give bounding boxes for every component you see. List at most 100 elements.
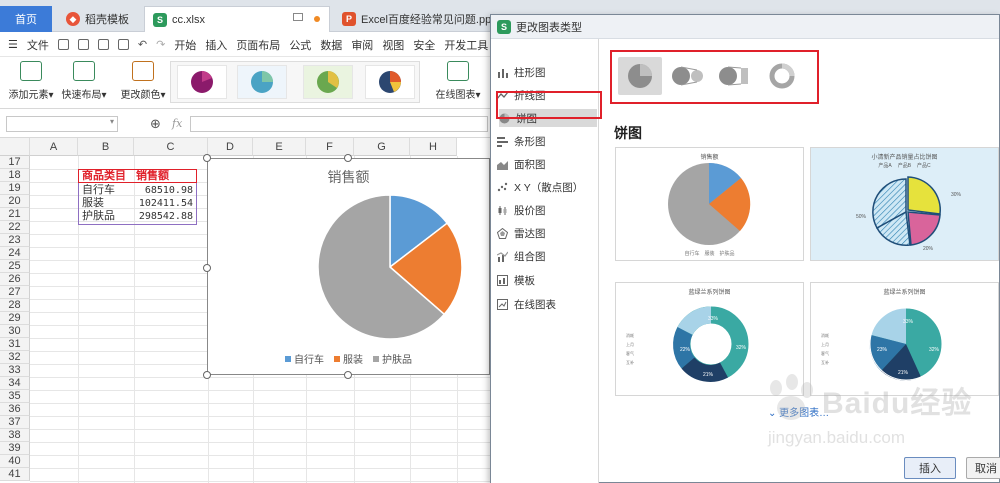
menu-security[interactable]: 安全 (413, 37, 435, 53)
row-header[interactable]: 40 (0, 455, 30, 468)
fx-icon[interactable]: fx (172, 117, 182, 130)
menu-page-layout[interactable]: 页面布局 (236, 37, 280, 53)
chart-type-stock-chart[interactable]: 股价图 (497, 201, 597, 219)
cancel-button[interactable]: 取消 (966, 457, 1000, 479)
change-color-button[interactable]: 更改颜色▾ (119, 61, 167, 101)
chart-style-1[interactable] (177, 65, 227, 99)
row-header[interactable]: 24 (0, 247, 30, 260)
menu-start[interactable]: 开始 (174, 37, 196, 53)
column-header[interactable]: B (78, 138, 134, 156)
menu-file[interactable]: 文件 (27, 37, 49, 53)
menu-view[interactable]: 视图 (382, 37, 404, 53)
subtype-doughnut[interactable] (760, 57, 804, 95)
row-header[interactable]: 27 (0, 286, 30, 299)
chart-type-online-chart[interactable]: 在线图表 (497, 295, 597, 313)
table-header-category[interactable]: 商品类目 (80, 170, 132, 183)
row-header[interactable]: 36 (0, 403, 30, 416)
resize-handle[interactable] (203, 154, 211, 162)
row-header[interactable]: 39 (0, 442, 30, 455)
resize-handle[interactable] (344, 154, 352, 162)
zoom-icon[interactable]: ⊕ (150, 116, 161, 132)
row-header[interactable]: 34 (0, 377, 30, 390)
row-header[interactable]: 35 (0, 390, 30, 403)
tab-ppt[interactable]: P Excel百度经验常见问题.ppt (334, 6, 490, 32)
template-card[interactable]: 销售额 自行车 服装 护肤品 (615, 147, 804, 261)
row-header[interactable]: 37 (0, 416, 30, 429)
menu-formula[interactable]: 公式 (289, 37, 311, 53)
chart-type-pie-chart[interactable]: 饼图 (499, 109, 597, 127)
pie-chart-object[interactable]: 销售额 自行车 服装 护肤品 (207, 158, 490, 375)
chart-style-2[interactable] (237, 65, 287, 99)
chart-type-bar-chart[interactable]: 条形图 (497, 132, 597, 150)
spreadsheet-grid[interactable]: ABCDEFGH 17 18 19 20 21 22 23 24 25 26 27 28 29 30 31 3… (0, 138, 490, 483)
row-header[interactable]: 30 (0, 325, 30, 338)
column-header[interactable]: A (30, 138, 78, 156)
row-header[interactable]: 31 (0, 338, 30, 351)
row-header[interactable]: 20 (0, 195, 30, 208)
menu-review[interactable]: 审阅 (351, 37, 373, 53)
row-header[interactable]: 23 (0, 234, 30, 247)
table-cell-category[interactable]: 护肤品 (80, 210, 132, 223)
chart-style-4[interactable] (365, 65, 415, 99)
template-card[interactable]: 蓝绿兰系列饼图 消耗 上月 客气 互补 33% 22% 21% 32% (615, 282, 804, 396)
insert-button[interactable]: 插入 (904, 457, 956, 479)
template-card[interactable]: 蓝绿兰系列饼图 消耗 上月 客气 互补 33% 23% 21% 32% (810, 282, 999, 396)
row-header[interactable]: 19 (0, 182, 30, 195)
template-card[interactable]: 小清新产品销量占比饼图 产品A 产品B 产品C 30% 20% 50% (810, 147, 999, 261)
formula-input[interactable] (190, 116, 488, 132)
row-header[interactable]: 32 (0, 351, 30, 364)
tab-cc-xlsx[interactable]: S cc.xlsx (144, 6, 330, 32)
row-header[interactable]: 17 (0, 156, 30, 169)
add-element-button[interactable]: 添加元素▾ (8, 61, 54, 101)
more-charts-link[interactable]: ⌄ 更多图表… (768, 404, 829, 419)
row-header[interactable]: 22 (0, 221, 30, 234)
column-header[interactable]: G (354, 138, 410, 156)
pie-plot-area[interactable] (208, 159, 489, 374)
select-all-corner[interactable] (0, 138, 30, 156)
dialog-titlebar[interactable]: S 更改图表类型 (491, 15, 999, 39)
row-header[interactable]: 29 (0, 312, 30, 325)
chart-legend[interactable]: 自行车 服装 护肤品 (208, 351, 489, 366)
row-header[interactable]: 28 (0, 299, 30, 312)
tab-home[interactable]: 首页 (0, 6, 52, 32)
subtype-pie[interactable] (618, 57, 662, 95)
table-header-sales[interactable]: 销售额 (134, 170, 194, 183)
row-header[interactable]: 41 (0, 468, 30, 481)
resize-handle[interactable] (203, 371, 211, 379)
preview-icon[interactable] (117, 39, 129, 50)
resize-handle[interactable] (203, 264, 211, 272)
column-header[interactable]: C (134, 138, 208, 156)
print-icon[interactable] (97, 39, 109, 50)
chart-type-column-chart[interactable]: 柱形图 (497, 63, 597, 81)
resize-handle[interactable] (344, 371, 352, 379)
table-cell-value[interactable]: 68510.98 (134, 184, 195, 197)
subtype-pie-of-pie[interactable] (665, 57, 709, 95)
chart-type-area-chart[interactable]: 面积图 (497, 155, 597, 173)
table-cell-value[interactable]: 298542.88 (134, 210, 195, 223)
save-icon[interactable] (57, 39, 69, 50)
column-header[interactable]: E (253, 138, 306, 156)
row-header[interactable]: 25 (0, 260, 30, 273)
name-box[interactable]: ▾ (6, 116, 118, 132)
chart-type-template[interactable]: 模板 (497, 271, 597, 289)
row-header[interactable]: 33 (0, 364, 30, 377)
menu-insert[interactable]: 插入 (205, 37, 227, 53)
row-header[interactable]: 26 (0, 273, 30, 286)
subtype-bar-of-pie[interactable] (712, 57, 756, 95)
chart-type-line-chart[interactable]: 折线图 (496, 86, 597, 104)
table-cell-value[interactable]: 102411.54 (134, 197, 195, 210)
menu-developer[interactable]: 开发工具 (444, 37, 488, 53)
tab-docer[interactable]: ◆ 稻壳模板 (58, 6, 140, 32)
undo-icon[interactable]: ↶ (138, 38, 147, 51)
menu-data[interactable]: 数据 (320, 37, 342, 53)
row-header[interactable]: 21 (0, 208, 30, 221)
row-header[interactable]: 38 (0, 429, 30, 442)
column-header[interactable]: D (208, 138, 253, 156)
export-icon[interactable] (77, 39, 89, 50)
chart-style-3[interactable] (303, 65, 353, 99)
hamburger-icon[interactable]: ☰ (8, 38, 18, 51)
column-header[interactable]: H (410, 138, 457, 156)
quick-layout-button[interactable]: 快速布局▾ (60, 61, 108, 101)
row-header[interactable]: 18 (0, 169, 30, 182)
table-cell-category[interactable]: 服装 (80, 197, 132, 210)
